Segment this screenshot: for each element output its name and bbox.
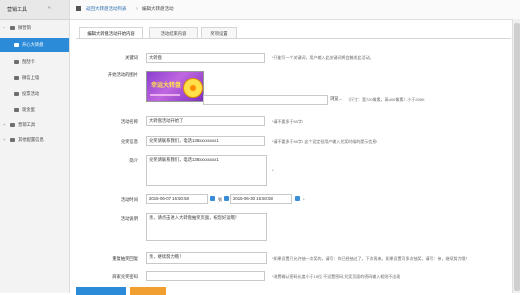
calendar-icon[interactable] (224, 196, 229, 201)
list-icon (14, 91, 19, 96)
folder-icon (10, 25, 15, 30)
scrollbar-thumb[interactable] (514, 23, 520, 291)
sidebar-group-qitapeizhi[interactable]: + 其他配置信息 (0, 133, 69, 147)
sidebar: 营销工具 « − 微营销 开心大转盘 刮刮卡 微信上墙 投票活动 现金蛋 + 营… (0, 0, 70, 293)
calendar-icon[interactable] (210, 196, 215, 201)
chevron-right-icon: › (136, 5, 138, 12)
sidebar-item-label: 刮刮卡 (22, 59, 35, 64)
breadcrumb: 返回大转盘活动列表 › 编辑大转盘活动 (70, 0, 520, 20)
keyword-input[interactable]: 大转盘 (146, 53, 265, 63)
cancel-button[interactable] (130, 287, 166, 295)
scrollbar[interactable] (512, 19, 520, 293)
sidebar-item-xianjindan[interactable]: 现金蛋 (0, 103, 69, 117)
sidebar-item-toupiao[interactable]: 投票活动 (0, 87, 69, 101)
sidebar-item-label: 开心大转盘 (22, 42, 44, 47)
intro-hint: * (272, 168, 274, 173)
keyword-label: 关键词 (125, 55, 138, 60)
activity-desc-label: 活动说明 (120, 216, 138, 221)
save-button[interactable] (76, 287, 126, 295)
exchange-info-hint: *请不要多于50字! 这个设定但用户输入兑奖时候的提示信息! (272, 139, 378, 144)
end-time-input[interactable]: 2015-06-30 16:50:58 (230, 194, 292, 204)
image-title-text: 幸运大转盘 (151, 82, 182, 89)
sidebar-item-label: 现金蛋 (22, 107, 35, 112)
folder-icon (10, 137, 15, 142)
exchange-info-label: 兑奖信息 (120, 139, 138, 144)
repeat-reply-hint: *如果设置只允许抽一次奖的，请写：你已经抽过了，下次再来。如果设置可多次抽奖，请… (272, 256, 470, 261)
list-icon (14, 59, 19, 64)
tab-end-content[interactable]: 活动结束内容 (149, 27, 198, 38)
activity-desc-textarea[interactable]: 亲，请点击进入大转盘抽奖页面，祝您好运哦！ (146, 213, 267, 241)
sidebar-item-guaguaka[interactable]: 刮刮卡 (0, 55, 69, 69)
activity-time-label: 活动时间 (120, 197, 138, 202)
folder-icon (10, 122, 15, 127)
sidebar-group-weiyingxiao[interactable]: − 微营销 (0, 21, 69, 35)
start-time-input[interactable]: 2015-06-07 16:50:58 (146, 194, 208, 204)
start-image-label: 开始活动的图片 (107, 72, 138, 77)
exchange-password-label: 商家兑奖密码 (112, 274, 138, 279)
breadcrumb-link-list[interactable]: 返回大转盘活动列表 (86, 6, 127, 12)
sidebar-item-label: 营销工具 (18, 122, 36, 127)
sidebar-group-yingxiaogongju[interactable]: + 营销工具 (0, 118, 69, 132)
list-icon (14, 107, 19, 112)
exchange-password-input[interactable] (146, 271, 265, 281)
sidebar-item-label: 投票活动 (22, 91, 40, 96)
list-icon (14, 75, 19, 80)
wheel-icon (183, 78, 203, 98)
breadcrumb-current: 编辑大转盘活动 (142, 6, 174, 11)
sidebar-item-weixinshangqiang[interactable]: 微信上墙 (0, 71, 69, 85)
repeat-reply-label: 重复抽奖回复 (112, 256, 138, 261)
exchange-password-hint: *消费确认密码长度小于15位 不设置密码,兑奖页面的密码输入框则不出现 (272, 274, 401, 279)
intro-label: 简介 (129, 158, 138, 163)
calendar-icon[interactable] (295, 196, 300, 201)
image-path-input[interactable] (203, 95, 328, 105)
expand-toggle-icon[interactable]: + (3, 122, 5, 127)
start-image-preview: 幸运大转盘 (146, 71, 204, 102)
repeat-reply-input[interactable]: 亲，继续努力哦！ (146, 252, 267, 264)
keyword-hint: *只能写一个关键词，用户输入此关键词将会触发此活动。 (272, 55, 374, 60)
time-hint: * (303, 197, 305, 202)
browse-button[interactable]: 浏览... (330, 96, 342, 102)
sidebar-item-dazhuanpan[interactable]: 开心大转盘 (0, 38, 69, 52)
list-icon (14, 42, 19, 47)
collapse-toggle-icon[interactable]: − (3, 25, 5, 30)
home-icon[interactable] (76, 6, 81, 11)
expand-toggle-icon[interactable]: + (3, 137, 5, 142)
sidebar-item-label: 其他配置信息 (18, 137, 44, 142)
sidebar-header-title: 营销工具 (7, 7, 28, 13)
intro-textarea[interactable]: 兑奖请联系我们，电话138xxxxxxxx1 (146, 155, 267, 186)
sidebar-header[interactable]: 营销工具 « (0, 0, 69, 20)
image-size-hint: （尺寸：宽720像素，高400像素）小于200K (346, 97, 425, 102)
tab-divider (76, 38, 511, 39)
sidebar-item-label: 微信上墙 (22, 75, 40, 80)
time-separator: 到 (218, 197, 222, 202)
chevron-left-icon[interactable]: « (48, 5, 51, 11)
sidebar-item-label: 微营销 (18, 25, 31, 30)
tab-prize-settings[interactable]: 奖项设置 (201, 27, 237, 38)
exchange-info-input[interactable]: 兑奖请联系我们，电话138xxxxxxxx1 (146, 136, 265, 146)
activity-name-hint: *请不要多于50字! (272, 119, 304, 124)
decoration (150, 94, 180, 96)
activity-name-input[interactable]: 大转盘活动开始了 (146, 116, 265, 126)
activity-name-label: 活动名称 (120, 119, 138, 124)
